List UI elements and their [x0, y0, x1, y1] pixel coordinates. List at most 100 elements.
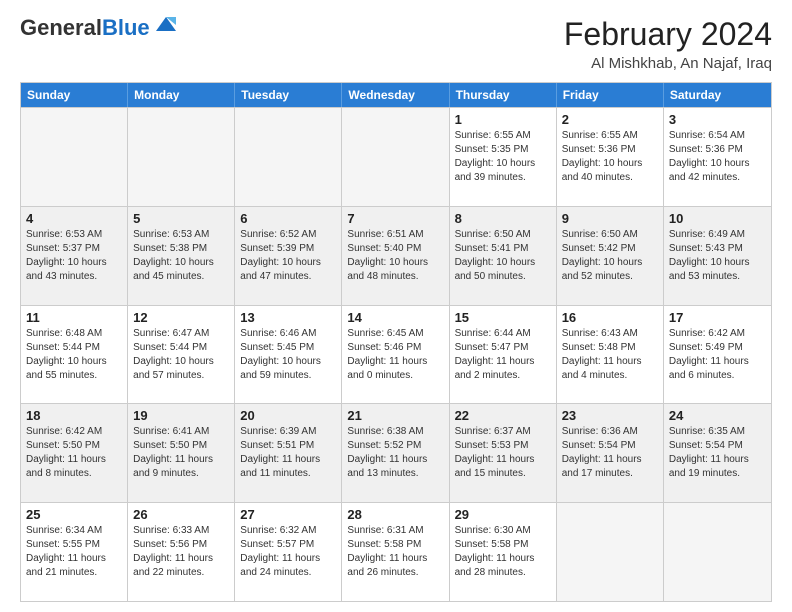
- day-info: Sunrise: 6:46 AMSunset: 5:45 PMDaylight:…: [240, 327, 336, 383]
- day-cell-3: 3Sunrise: 6:54 AMSunset: 5:36 PMDaylight…: [664, 108, 771, 206]
- day-number: 6: [240, 211, 336, 226]
- day-cell-2: 2 Sunrise: 6:55 AMSunset: 5:36 PMDaylight…: [557, 108, 664, 206]
- day-info: Sunrise: 6:44 AMSunset: 5:47 PMDaylight:…: [455, 327, 551, 383]
- day-info: Sunrise: 6:53 AMSunset: 5:37 PMDaylight:…: [26, 228, 122, 284]
- day-cell-9: 9 Sunrise: 6:50 AMSunset: 5:42 PMDaylight…: [557, 207, 664, 305]
- day-number: 24: [669, 408, 766, 423]
- day-cell-11: 11 Sunrise: 6:48 AMSunset: 5:44 PMDayligh…: [21, 306, 128, 404]
- calendar-row-1: 1 Sunrise: 6:55 AMSunset: 5:35 PMDaylight…: [21, 107, 771, 206]
- day-cell-5: 5 Sunrise: 6:53 AMSunset: 5:38 PMDaylight…: [128, 207, 235, 305]
- day-number: 26: [133, 507, 229, 522]
- logo: GeneralBlue: [20, 16, 180, 40]
- day-number: 11: [26, 310, 122, 325]
- day-number: 23: [562, 408, 658, 423]
- day-info: Sunrise: 6:39 AMSunset: 5:51 PMDaylight:…: [240, 425, 336, 481]
- day-cell-15: 15 Sunrise: 6:44 AMSunset: 5:47 PMDayligh…: [450, 306, 557, 404]
- day-number: 4: [26, 211, 122, 226]
- day-number: 10: [669, 211, 766, 226]
- day-cell-1: 1 Sunrise: 6:55 AMSunset: 5:35 PMDaylight…: [450, 108, 557, 206]
- day-info: Sunrise: 6:55 AMSunset: 5:35 PMDaylight:…: [455, 129, 551, 185]
- day-number: 25: [26, 507, 122, 522]
- day-number: 7: [347, 211, 443, 226]
- day-number: 12: [133, 310, 229, 325]
- day-cell-28: 28 Sunrise: 6:31 AMSunset: 5:58 PMDayligh…: [342, 503, 449, 601]
- day-info: Sunrise: 6:45 AMSunset: 5:46 PMDaylight:…: [347, 327, 443, 383]
- day-cell-empty-0-3: [342, 108, 449, 206]
- title-section: February 2024 Al Mishkhab, An Najaf, Ira…: [564, 16, 772, 72]
- day-number: 9: [562, 211, 658, 226]
- day-number: 15: [455, 310, 551, 325]
- day-cell-14: 14Sunrise: 6:45 AMSunset: 5:46 PMDayligh…: [342, 306, 449, 404]
- day-cell-18: 18 Sunrise: 6:42 AMSunset: 5:50 PMDayligh…: [21, 404, 128, 502]
- day-info: Sunrise: 6:55 AMSunset: 5:36 PMDaylight:…: [562, 129, 658, 185]
- location-title: Al Mishkhab, An Najaf, Iraq: [564, 55, 772, 72]
- day-number: 27: [240, 507, 336, 522]
- day-number: 18: [26, 408, 122, 423]
- day-info: Sunrise: 6:48 AMSunset: 5:44 PMDaylight:…: [26, 327, 122, 383]
- day-number: 3: [669, 112, 766, 127]
- header: GeneralBlue February 2024 Al Mishkhab, A…: [20, 16, 772, 72]
- day-cell-12: 12 Sunrise: 6:47 AMSunset: 5:44 PMDayligh…: [128, 306, 235, 404]
- day-cell-empty-4-6: [664, 503, 771, 601]
- day-number: 28: [347, 507, 443, 522]
- day-info: Sunrise: 6:41 AMSunset: 5:50 PMDaylight:…: [133, 425, 229, 481]
- day-number: 2: [562, 112, 658, 127]
- day-info: Sunrise: 6:50 AMSunset: 5:41 PMDaylight:…: [455, 228, 551, 284]
- day-info: Sunrise: 6:34 AMSunset: 5:55 PMDaylight:…: [26, 524, 122, 580]
- day-info: Sunrise: 6:51 AMSunset: 5:40 PMDaylight:…: [347, 228, 443, 284]
- day-number: 29: [455, 507, 551, 522]
- day-info: Sunrise: 6:36 AMSunset: 5:54 PMDaylight:…: [562, 425, 658, 481]
- day-info: Sunrise: 6:31 AMSunset: 5:58 PMDaylight:…: [347, 524, 443, 580]
- weekday-header-saturday: Saturday: [664, 83, 771, 107]
- calendar-row-3: 11 Sunrise: 6:48 AMSunset: 5:44 PMDayligh…: [21, 305, 771, 404]
- day-info: Sunrise: 6:43 AMSunset: 5:48 PMDaylight:…: [562, 327, 658, 383]
- day-cell-27: 27 Sunrise: 6:32 AMSunset: 5:57 PMDayligh…: [235, 503, 342, 601]
- day-cell-8: 8 Sunrise: 6:50 AMSunset: 5:41 PMDaylight…: [450, 207, 557, 305]
- day-info: Sunrise: 6:47 AMSunset: 5:44 PMDaylight:…: [133, 327, 229, 383]
- day-info: Sunrise: 6:50 AMSunset: 5:42 PMDaylight:…: [562, 228, 658, 284]
- calendar: SundayMondayTuesdayWednesdayThursdayFrid…: [20, 82, 772, 602]
- day-cell-7: 7 Sunrise: 6:51 AMSunset: 5:40 PMDaylight…: [342, 207, 449, 305]
- day-cell-6: 6 Sunrise: 6:52 AMSunset: 5:39 PMDaylight…: [235, 207, 342, 305]
- day-number: 17: [669, 310, 766, 325]
- day-cell-20: 20Sunrise: 6:39 AMSunset: 5:51 PMDayligh…: [235, 404, 342, 502]
- day-info: Sunrise: 6:38 AMSunset: 5:52 PMDaylight:…: [347, 425, 443, 481]
- weekday-header-wednesday: Wednesday: [342, 83, 449, 107]
- day-info: Sunrise: 6:42 AMSunset: 5:49 PMDaylight:…: [669, 327, 766, 383]
- logo-icon: [152, 13, 180, 35]
- logo-text: GeneralBlue: [20, 16, 150, 40]
- weekday-header-sunday: Sunday: [21, 83, 128, 107]
- calendar-header: SundayMondayTuesdayWednesdayThursdayFrid…: [21, 83, 771, 107]
- day-cell-25: 25 Sunrise: 6:34 AMSunset: 5:55 PMDayligh…: [21, 503, 128, 601]
- day-info: Sunrise: 6:32 AMSunset: 5:57 PMDaylight:…: [240, 524, 336, 580]
- calendar-row-4: 18 Sunrise: 6:42 AMSunset: 5:50 PMDayligh…: [21, 403, 771, 502]
- day-cell-empty-0-2: [235, 108, 342, 206]
- day-info: Sunrise: 6:37 AMSunset: 5:53 PMDaylight:…: [455, 425, 551, 481]
- day-info: Sunrise: 6:35 AMSunset: 5:54 PMDaylight:…: [669, 425, 766, 481]
- calendar-body: 1 Sunrise: 6:55 AMSunset: 5:35 PMDaylight…: [21, 107, 771, 601]
- day-info: Sunrise: 6:42 AMSunset: 5:50 PMDaylight:…: [26, 425, 122, 481]
- day-number: 13: [240, 310, 336, 325]
- day-number: 22: [455, 408, 551, 423]
- day-cell-29: 29Sunrise: 6:30 AMSunset: 5:58 PMDayligh…: [450, 503, 557, 601]
- month-title: February 2024: [564, 16, 772, 53]
- weekday-header-monday: Monday: [128, 83, 235, 107]
- day-info: Sunrise: 6:53 AMSunset: 5:38 PMDaylight:…: [133, 228, 229, 284]
- calendar-row-5: 25 Sunrise: 6:34 AMSunset: 5:55 PMDayligh…: [21, 502, 771, 601]
- page: GeneralBlue February 2024 Al Mishkhab, A…: [0, 0, 792, 612]
- day-number: 1: [455, 112, 551, 127]
- day-cell-26: 26 Sunrise: 6:33 AMSunset: 5:56 PMDayligh…: [128, 503, 235, 601]
- day-cell-4: 4 Sunrise: 6:53 AMSunset: 5:37 PMDaylight…: [21, 207, 128, 305]
- day-cell-24: 24 Sunrise: 6:35 AMSunset: 5:54 PMDayligh…: [664, 404, 771, 502]
- day-info: Sunrise: 6:52 AMSunset: 5:39 PMDaylight:…: [240, 228, 336, 284]
- day-info: Sunrise: 6:33 AMSunset: 5:56 PMDaylight:…: [133, 524, 229, 580]
- day-number: 16: [562, 310, 658, 325]
- day-info: Sunrise: 6:49 AMSunset: 5:43 PMDaylight:…: [669, 228, 766, 284]
- day-cell-empty-4-5: [557, 503, 664, 601]
- day-cell-13: 13 Sunrise: 6:46 AMSunset: 5:45 PMDayligh…: [235, 306, 342, 404]
- day-cell-19: 19Sunrise: 6:41 AMSunset: 5:50 PMDayligh…: [128, 404, 235, 502]
- day-number: 5: [133, 211, 229, 226]
- day-cell-10: 10 Sunrise: 6:49 AMSunset: 5:43 PMDayligh…: [664, 207, 771, 305]
- day-number: 8: [455, 211, 551, 226]
- day-cell-22: 22 Sunrise: 6:37 AMSunset: 5:53 PMDayligh…: [450, 404, 557, 502]
